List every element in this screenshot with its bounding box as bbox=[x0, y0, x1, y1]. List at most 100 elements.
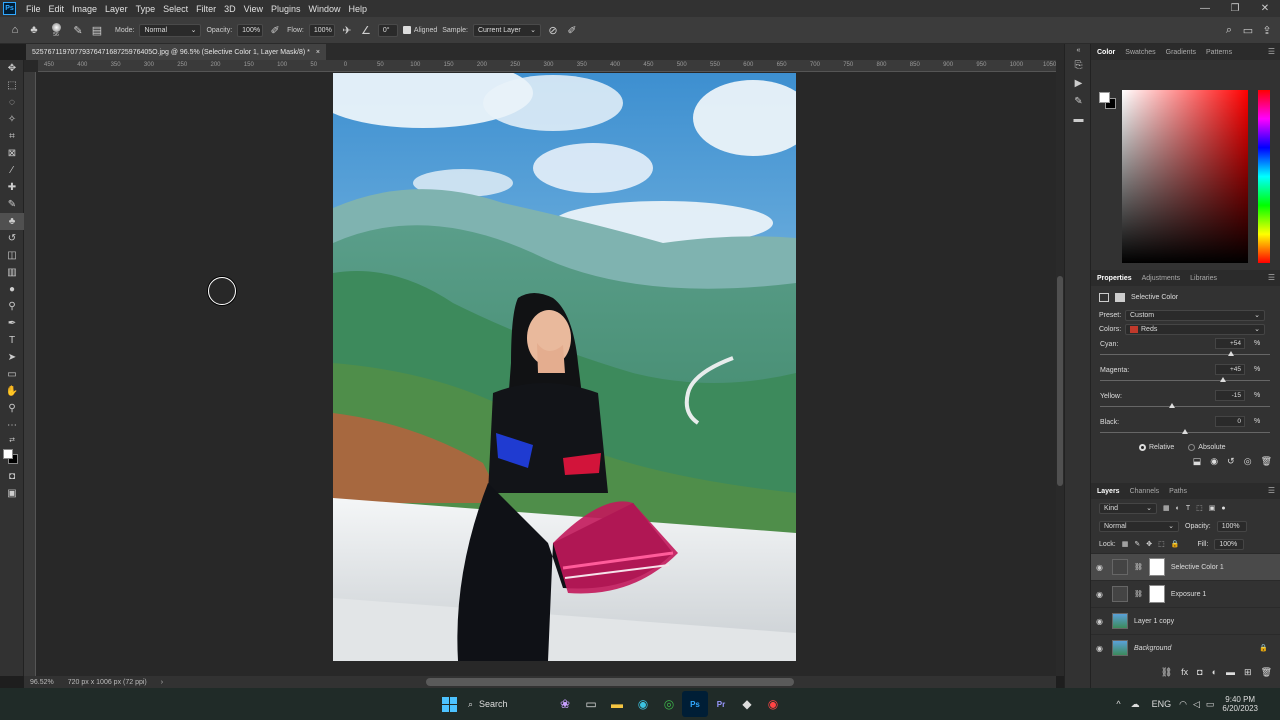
cyan-value-field[interactable]: +54 bbox=[1215, 338, 1245, 349]
move-tool-icon[interactable]: ✥ bbox=[0, 60, 24, 77]
layer-mask-thumbnail[interactable] bbox=[1148, 558, 1165, 576]
history-panel-icon[interactable]: ⎘ bbox=[1065, 56, 1092, 74]
wifi-icon[interactable]: ◠ bbox=[1179, 699, 1187, 710]
view-previous-state-icon[interactable]: ◉ bbox=[1210, 456, 1218, 467]
comments-panel-icon[interactable]: ▬ bbox=[1065, 110, 1092, 128]
opacity-field[interactable]: 100% bbox=[237, 23, 264, 37]
quick-mask-icon[interactable]: ◘ bbox=[0, 468, 24, 485]
path-select-tool-icon[interactable]: ➤ bbox=[0, 349, 24, 366]
search-icon[interactable]: ⌕ bbox=[1222, 23, 1236, 37]
ignore-adjustment-layers-icon[interactable]: ⊘ bbox=[546, 23, 560, 37]
panel-menu-icon[interactable]: ☰ bbox=[1268, 273, 1275, 282]
clone-stamp-tool-icon[interactable]: ♣ bbox=[0, 213, 24, 230]
blur-tool-icon[interactable]: ● bbox=[0, 281, 24, 298]
lock-artboard-icon[interactable]: ⬚ bbox=[1158, 540, 1165, 548]
zoom-tool-icon[interactable]: ⚲ bbox=[0, 400, 24, 417]
edge-icon[interactable]: ◉ bbox=[630, 691, 656, 717]
hue-slider[interactable] bbox=[1258, 90, 1270, 263]
relative-radio[interactable]: Relative bbox=[1139, 443, 1174, 451]
vertical-scrollbar-thumb[interactable] bbox=[1057, 276, 1063, 486]
menu-plugins[interactable]: Plugins bbox=[267, 4, 305, 14]
task-view-icon[interactable]: ▭ bbox=[578, 691, 604, 717]
fill-field[interactable]: 100% bbox=[1214, 538, 1245, 550]
menu-window[interactable]: Window bbox=[305, 4, 345, 14]
brush-settings-panel-icon[interactable]: ✎ bbox=[1065, 92, 1092, 110]
marquee-tool-icon[interactable]: ⬚ bbox=[0, 77, 24, 94]
black-value-field[interactable]: 0 bbox=[1215, 416, 1245, 427]
mode-select[interactable]: Normal ⌄ bbox=[139, 23, 202, 37]
black-slider[interactable]: Black: 0 % bbox=[1091, 414, 1280, 440]
filter-toggle-icon[interactable]: ● bbox=[1221, 505, 1225, 512]
home-icon[interactable]: ⌂ bbox=[8, 23, 22, 37]
layer-mask-thumbnail[interactable] bbox=[1148, 585, 1165, 603]
foreground-color-swatch[interactable] bbox=[3, 449, 13, 459]
clip-to-layer-icon[interactable]: ⬓ bbox=[1193, 456, 1202, 467]
foreground-background-swatch[interactable] bbox=[0, 446, 24, 468]
yellow-slider[interactable]: Yellow: -15 % bbox=[1091, 388, 1280, 414]
widgets-icon[interactable]: ❀ bbox=[552, 691, 578, 717]
workspace-icon[interactable]: ▭ bbox=[1241, 23, 1255, 37]
brush-tool-icon[interactable]: ✎ bbox=[0, 196, 24, 213]
document-tab[interactable]: 5257671197077937647168725976405O.jpg @ 9… bbox=[26, 44, 326, 60]
sample-select[interactable]: Current Layer ⌄ bbox=[472, 23, 541, 37]
yellow-value-field[interactable]: -15 bbox=[1215, 390, 1245, 401]
panel-menu-icon[interactable]: ☰ bbox=[1268, 47, 1275, 56]
windows-start-icon[interactable] bbox=[436, 691, 462, 717]
more-tools-icon[interactable]: ⋯ bbox=[0, 417, 24, 434]
swap-colors-icon[interactable]: ⇄ bbox=[0, 434, 24, 446]
lock-transparent-icon[interactable]: ▦ bbox=[1122, 540, 1129, 548]
restore-icon[interactable]: ❐ bbox=[1220, 3, 1250, 14]
layer-name[interactable]: Layer 1 copy bbox=[1134, 618, 1174, 625]
filter-type-icon[interactable]: T bbox=[1186, 505, 1190, 512]
magenta-value-field[interactable]: +45 bbox=[1215, 364, 1245, 375]
black-thumb[interactable] bbox=[1182, 429, 1188, 434]
collapse-icon[interactable]: « bbox=[1065, 44, 1092, 56]
pen-tool-icon[interactable]: ✒ bbox=[0, 315, 24, 332]
chain-link-icon[interactable]: ⛓ bbox=[1134, 563, 1143, 571]
tab-libraries[interactable]: Libraries bbox=[1190, 275, 1217, 282]
visibility-icon[interactable]: ◎ bbox=[1244, 456, 1252, 467]
layer-name[interactable]: Exposure 1 bbox=[1171, 591, 1206, 598]
history-brush-tool-icon[interactable]: ↺ bbox=[0, 230, 24, 247]
dodge-tool-icon[interactable]: ⚲ bbox=[0, 298, 24, 315]
gradient-tool-icon[interactable]: ▥ bbox=[0, 264, 24, 281]
menu-layer[interactable]: Layer bbox=[101, 4, 132, 14]
tab-color[interactable]: Color bbox=[1097, 49, 1115, 56]
pressure-opacity-icon[interactable]: ✐ bbox=[268, 23, 282, 37]
screen-recorder-icon[interactable]: ◉ bbox=[760, 691, 786, 717]
frame-tool-icon[interactable]: ⊠ bbox=[0, 145, 24, 162]
layer-row[interactable]: ◉ Background 🔒 bbox=[1091, 634, 1280, 661]
add-mask-icon[interactable]: ◘ bbox=[1197, 667, 1202, 677]
close-tab-icon[interactable]: × bbox=[316, 49, 320, 56]
zoom-level[interactable]: 96.52% bbox=[30, 679, 54, 686]
photoshop-taskbar-icon[interactable]: Ps bbox=[682, 691, 708, 717]
premiere-taskbar-icon[interactable]: Pr bbox=[708, 691, 734, 717]
tray-chevron-icon[interactable]: ^ bbox=[1116, 699, 1120, 709]
type-tool-icon[interactable]: T bbox=[0, 332, 24, 349]
crop-tool-icon[interactable]: ⌗ bbox=[0, 128, 24, 145]
reset-icon[interactable]: ↺ bbox=[1227, 456, 1235, 467]
menu-select[interactable]: Select bbox=[159, 4, 192, 14]
new-layer-icon[interactable]: ⊞ bbox=[1244, 667, 1252, 678]
close-window-icon[interactable]: ✕ bbox=[1250, 3, 1280, 14]
tab-channels[interactable]: Channels bbox=[1130, 488, 1160, 495]
layer-name[interactable]: Background bbox=[1134, 645, 1171, 652]
colors-select[interactable]: Reds ⌄ bbox=[1125, 323, 1265, 335]
actions-play-icon[interactable]: ▶ bbox=[1065, 74, 1092, 92]
app-taskbar-icon[interactable]: ◆ bbox=[734, 691, 760, 717]
absolute-radio[interactable]: Absolute bbox=[1188, 443, 1226, 451]
new-group-icon[interactable]: ▬ bbox=[1226, 667, 1235, 677]
menu-filter[interactable]: Filter bbox=[192, 4, 220, 14]
link-layers-icon[interactable]: ⛓ bbox=[1161, 667, 1172, 678]
screen-mode-icon[interactable]: ▣ bbox=[0, 485, 24, 502]
lasso-tool-icon[interactable]: ◌ bbox=[0, 94, 24, 111]
visibility-eye-icon[interactable]: ◉ bbox=[1096, 644, 1106, 653]
layer-row[interactable]: ◉ ⛓ Selective Color 1 bbox=[1091, 553, 1280, 580]
minimize-icon[interactable]: — bbox=[1190, 3, 1220, 14]
volume-icon[interactable]: ◁ bbox=[1193, 699, 1200, 710]
delete-icon[interactable]: 🗑 bbox=[1261, 456, 1272, 467]
clone-source-icon[interactable]: ▤ bbox=[90, 23, 104, 37]
menu-help[interactable]: Help bbox=[345, 4, 372, 14]
rectangle-tool-icon[interactable]: ▭ bbox=[0, 366, 24, 383]
foreground-color-chip[interactable] bbox=[1099, 92, 1110, 103]
